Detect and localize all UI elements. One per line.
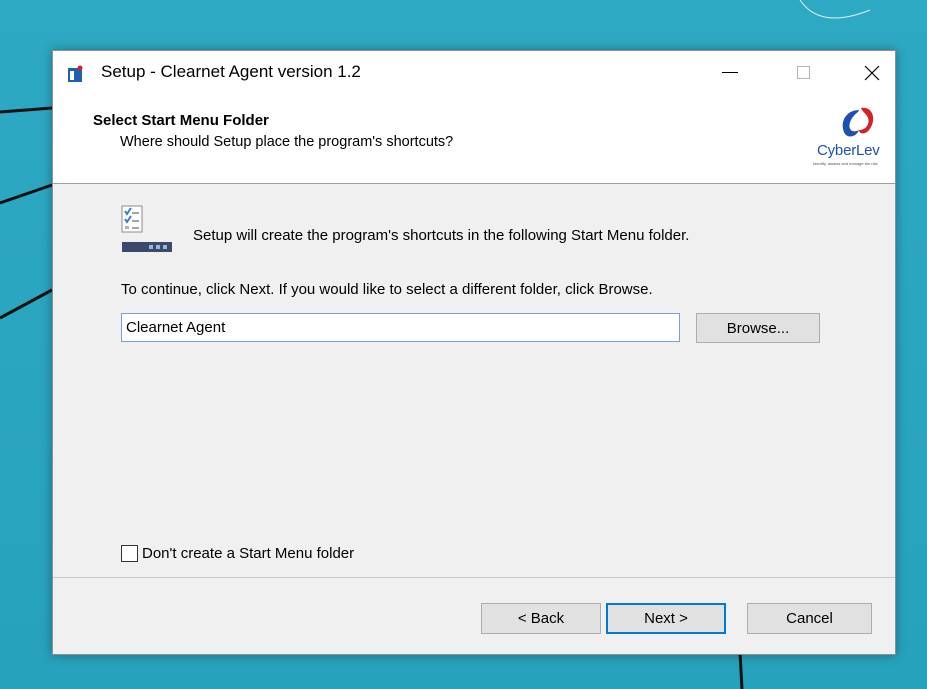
- instructions-text: To continue, click Next. If you would li…: [121, 281, 653, 298]
- cancel-button[interactable]: Cancel: [747, 603, 872, 634]
- cyberlev-logo: CyberLev Identify, assess and manage the…: [813, 106, 891, 176]
- no-start-menu-folder-label[interactable]: Don't create a Start Menu folder: [142, 545, 354, 562]
- logo-tagline: Identify, assess and manage the risk: [813, 161, 878, 166]
- wizard-header: Select Start Menu Folder Where should Se…: [53, 94, 895, 184]
- page-subtitle: Where should Setup place the program's s…: [120, 134, 454, 150]
- no-start-menu-folder-option[interactable]: Don't create a Start Menu folder: [121, 543, 354, 563]
- setup-dialog: Setup - Clearnet Agent version 1.2 Selec…: [52, 50, 896, 655]
- close-icon: [864, 65, 880, 80]
- logo-mark-icon: [842, 107, 874, 137]
- title-bar[interactable]: Setup - Clearnet Agent version 1.2: [53, 51, 895, 94]
- window-title: Setup - Clearnet Agent version 1.2: [101, 62, 361, 81]
- start-menu-folder-icon: [121, 205, 172, 252]
- maximize-button: [780, 51, 826, 94]
- setup-app-icon: [68, 65, 83, 82]
- next-button[interactable]: Next >: [606, 603, 726, 634]
- footer-divider: [53, 577, 895, 578]
- maximize-icon: [796, 66, 810, 79]
- start-menu-folder-input[interactable]: [121, 313, 680, 342]
- no-start-menu-folder-checkbox[interactable]: [121, 544, 138, 562]
- minimize-button[interactable]: [707, 51, 753, 94]
- close-button[interactable]: [849, 51, 895, 94]
- back-button[interactable]: < Back: [481, 603, 601, 634]
- logo-wordmark: CyberLev: [817, 142, 880, 159]
- wizard-content: Setup will create the program's shortcut…: [53, 184, 895, 577]
- browse-button[interactable]: Browse...: [696, 313, 820, 343]
- minimize-icon: [722, 72, 738, 73]
- page-title: Select Start Menu Folder: [93, 112, 269, 129]
- intro-text: Setup will create the program's shortcut…: [193, 227, 690, 244]
